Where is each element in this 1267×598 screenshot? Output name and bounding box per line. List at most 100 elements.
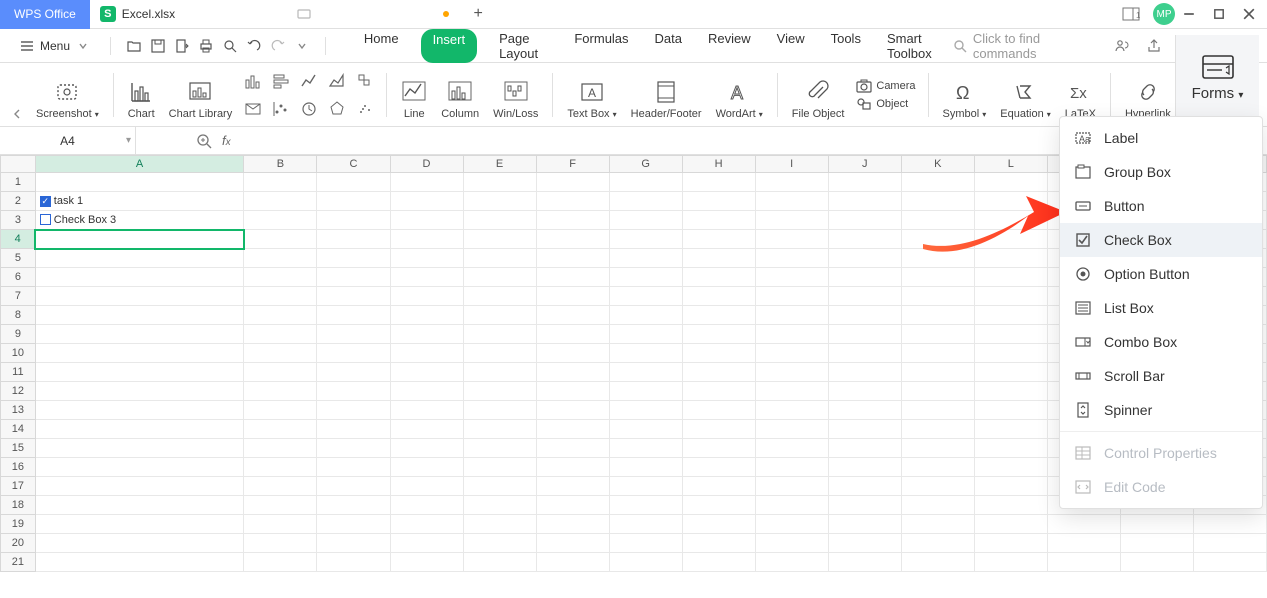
cell[interactable] [682, 515, 755, 534]
forms-item-group-box[interactable]: Group Box [1060, 155, 1262, 189]
cell[interactable] [901, 211, 974, 230]
cell[interactable] [901, 458, 974, 477]
cell[interactable] [317, 173, 390, 192]
cell[interactable] [244, 363, 317, 382]
row-header[interactable]: 1 [1, 173, 36, 192]
cell[interactable] [682, 268, 755, 287]
cell[interactable] [463, 211, 536, 230]
cell[interactable] [463, 306, 536, 325]
cell[interactable] [901, 249, 974, 268]
share-icon[interactable] [1145, 37, 1163, 55]
cell[interactable] [828, 249, 901, 268]
cell[interactable] [828, 477, 901, 496]
cell[interactable] [244, 439, 317, 458]
cell[interactable] [536, 325, 609, 344]
cell[interactable] [828, 173, 901, 192]
cell-a4-selected[interactable] [35, 230, 244, 249]
scatter-chart-icon[interactable] [354, 98, 376, 120]
cell[interactable] [244, 553, 317, 572]
cell[interactable] [901, 382, 974, 401]
cell[interactable] [463, 363, 536, 382]
cell[interactable] [609, 325, 682, 344]
row-header[interactable]: 21 [1, 553, 36, 572]
sparkline-line-button[interactable]: Line [397, 63, 431, 126]
cell[interactable] [974, 306, 1047, 325]
cell[interactable] [463, 553, 536, 572]
cell[interactable] [901, 401, 974, 420]
zoom-icon[interactable] [196, 133, 212, 149]
cell[interactable] [609, 439, 682, 458]
forms-item-option-button[interactable]: Option Button [1060, 257, 1262, 291]
cell[interactable] [390, 363, 463, 382]
forms-item-label[interactable]: AaLabel [1060, 121, 1262, 155]
cell[interactable] [828, 287, 901, 306]
cell[interactable] [463, 515, 536, 534]
cell[interactable] [1193, 515, 1266, 534]
tab-page-layout[interactable]: Page Layout [495, 29, 552, 63]
cell[interactable] [755, 534, 828, 553]
cell[interactable] [463, 477, 536, 496]
col-header[interactable]: F [536, 156, 609, 173]
cell[interactable] [901, 534, 974, 553]
cell[interactable] [974, 230, 1047, 249]
cell[interactable] [974, 211, 1047, 230]
cell[interactable] [463, 287, 536, 306]
cell[interactable] [390, 496, 463, 515]
row-header[interactable]: 19 [1, 515, 36, 534]
cell[interactable] [536, 268, 609, 287]
cell[interactable] [755, 230, 828, 249]
cell[interactable] [463, 325, 536, 344]
form-checkbox-checked-icon[interactable]: ✓ [40, 196, 51, 207]
cell[interactable] [536, 230, 609, 249]
window-mode-icon[interactable] [295, 5, 313, 23]
cell[interactable] [317, 401, 390, 420]
cell[interactable] [974, 496, 1047, 515]
marker-chart-icon[interactable] [270, 98, 292, 120]
cell[interactable] [609, 287, 682, 306]
cell[interactable] [536, 173, 609, 192]
select-all-corner[interactable] [1, 156, 36, 173]
cell[interactable] [463, 534, 536, 553]
cell[interactable] [463, 496, 536, 515]
cell[interactable] [901, 325, 974, 344]
cell[interactable] [390, 230, 463, 249]
minimize-button[interactable] [1181, 6, 1197, 22]
cell[interactable] [317, 534, 390, 553]
save-icon[interactable] [149, 37, 167, 55]
print-preview-icon[interactable] [221, 37, 239, 55]
cell[interactable] [536, 420, 609, 439]
cell[interactable] [317, 249, 390, 268]
cell[interactable] [974, 192, 1047, 211]
cell[interactable] [828, 306, 901, 325]
object-button[interactable]: Object [856, 97, 915, 111]
cell[interactable] [390, 534, 463, 553]
forms-item-button[interactable]: Button [1060, 189, 1262, 223]
cell[interactable] [536, 192, 609, 211]
fx-icon[interactable]: fx [222, 133, 231, 148]
row-header[interactable]: 4 [1, 230, 36, 249]
col-header[interactable]: E [463, 156, 536, 173]
cell[interactable] [682, 211, 755, 230]
cell[interactable] [35, 287, 244, 306]
cell[interactable] [901, 268, 974, 287]
cell[interactable] [828, 325, 901, 344]
cell[interactable] [682, 477, 755, 496]
cell[interactable] [755, 306, 828, 325]
cell[interactable] [390, 458, 463, 477]
cell[interactable] [317, 192, 390, 211]
cell[interactable] [828, 496, 901, 515]
cell[interactable] [974, 344, 1047, 363]
cell[interactable] [463, 268, 536, 287]
cell[interactable] [244, 420, 317, 439]
cell[interactable] [536, 211, 609, 230]
forms-item-spinner[interactable]: Spinner [1060, 393, 1262, 427]
cell[interactable] [390, 515, 463, 534]
cell[interactable] [463, 382, 536, 401]
cell[interactable] [609, 173, 682, 192]
add-tab-button[interactable]: + [469, 5, 487, 23]
cell[interactable] [609, 249, 682, 268]
cell[interactable] [35, 382, 244, 401]
cell[interactable] [35, 363, 244, 382]
cell[interactable] [35, 515, 244, 534]
cell[interactable] [536, 287, 609, 306]
